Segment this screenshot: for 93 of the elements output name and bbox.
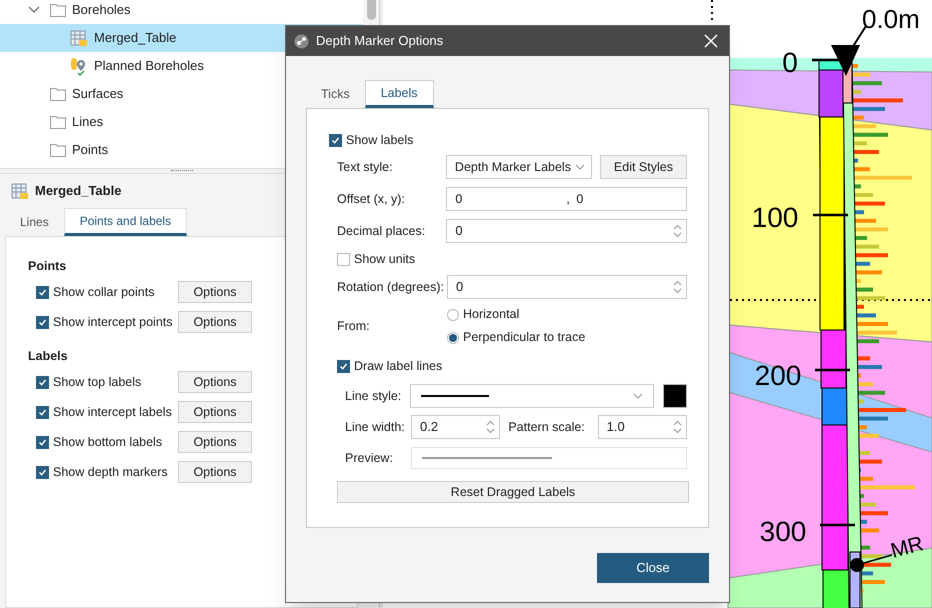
tree-item-label: Merged_Table	[94, 29, 176, 48]
depth-label: 0	[782, 47, 798, 78]
radio-label: Horizontal	[463, 306, 520, 324]
checkbox[interactable]	[36, 376, 49, 388]
checkbox[interactable]	[36, 286, 49, 298]
options-button[interactable]: Options	[178, 371, 252, 393]
checkbox-label: Show units	[354, 250, 416, 268]
options-button[interactable]: Options	[178, 461, 252, 483]
tree-item[interactable]: Planned Boreholes	[0, 52, 363, 80]
rotation-field[interactable]: 0	[447, 275, 687, 299]
checkbox[interactable]	[36, 436, 49, 448]
field-label: Offset (x, y):	[337, 190, 406, 208]
check-icon	[38, 378, 47, 386]
spinner-icon[interactable]	[673, 223, 682, 239]
depth-label: 200	[754, 360, 802, 391]
folder-icon	[50, 87, 66, 101]
options-button[interactable]: Options	[178, 401, 252, 423]
check-icon	[38, 438, 47, 446]
table-icon	[70, 29, 88, 47]
tab[interactable]: Lines	[5, 208, 64, 236]
app-logo-icon	[294, 34, 309, 48]
checkbox[interactable]	[36, 316, 49, 328]
decimal-places-field[interactable]: 0	[446, 219, 687, 243]
pin-icon	[70, 56, 88, 76]
reset-dragged-labels-button[interactable]: Reset Dragged Labels	[337, 481, 689, 503]
field-label: Pattern scale:	[508, 418, 586, 436]
checkbox-label: Show bottom labels	[53, 434, 162, 451]
checkbox-label: Show top labels	[53, 374, 142, 391]
tree-item-label: Points	[72, 141, 108, 160]
check-icon	[38, 468, 47, 476]
section-heading: Points	[28, 258, 66, 275]
spinner-icon[interactable]	[673, 279, 682, 295]
edit-styles-button[interactable]: Edit Styles	[600, 155, 687, 179]
color-swatch[interactable]	[663, 384, 687, 408]
close-icon[interactable]	[704, 34, 718, 48]
options-button[interactable]: Options	[178, 431, 252, 453]
radio-button[interactable]	[447, 308, 459, 320]
chevron-down-icon[interactable]	[28, 6, 40, 14]
check-icon	[38, 288, 47, 296]
checkbox[interactable]	[337, 252, 350, 266]
radio-label: Perpendicular to trace	[463, 329, 586, 346]
tree-item-label: Surfaces	[72, 85, 124, 104]
field-label: Preview:	[345, 450, 394, 467]
checkbox-label: Show collar points	[53, 284, 154, 301]
depth-label: 0.0m	[862, 4, 920, 34]
tab[interactable]: Labels	[364, 80, 434, 108]
caret-icon	[633, 393, 644, 399]
field-label: Line style:	[345, 388, 402, 405]
tree-item-label: Boreholes	[72, 1, 131, 20]
tab[interactable]: Points and labels	[64, 208, 188, 236]
line-width-field[interactable]: 0.2	[411, 415, 500, 439]
checkbox[interactable]	[337, 360, 350, 372]
options-button[interactable]: Options	[178, 281, 252, 303]
section-heading: Labels	[28, 348, 68, 365]
pattern-scale-field[interactable]: 1.0	[598, 415, 687, 439]
tree-item-label: Planned Boreholes	[94, 57, 204, 76]
folder-icon	[50, 3, 66, 17]
checkbox-label: Show intercept labels	[53, 404, 172, 421]
offset-field[interactable]: 0 , 0	[446, 187, 687, 211]
field-label: Text style:	[337, 158, 394, 176]
panel-title: Merged_Table	[35, 182, 122, 200]
radio-button[interactable]	[447, 332, 459, 344]
field-label: Decimal places:	[337, 222, 426, 240]
line-style-dropdown[interactable]	[410, 384, 654, 408]
marker-label: MR	[888, 532, 926, 563]
scrollbar-thumb[interactable]	[366, 0, 376, 20]
text-style-dropdown[interactable]: Depth Marker Labels	[446, 155, 592, 179]
check-icon	[339, 362, 348, 370]
depth-label: 100	[752, 202, 798, 233]
table-icon	[11, 182, 29, 200]
tree-item[interactable]: Boreholes	[0, 0, 363, 24]
checkbox[interactable]	[36, 466, 49, 478]
check-icon	[331, 136, 340, 144]
folder-icon	[50, 115, 66, 129]
caret-icon	[574, 164, 585, 170]
line-sample	[421, 395, 490, 397]
spinner-icon[interactable]	[486, 419, 496, 435]
checkbox-label: Draw label lines	[354, 358, 442, 375]
checkbox[interactable]	[36, 406, 49, 418]
checkbox-label: Show depth markers	[53, 464, 168, 481]
tree-item-label: Lines	[72, 113, 104, 132]
folder-icon	[50, 143, 66, 157]
options-button[interactable]: Options	[178, 311, 252, 333]
checkbox-label: Show intercept points	[53, 314, 173, 331]
close-button[interactable]: Close	[597, 553, 709, 583]
check-icon	[38, 318, 47, 326]
check-icon	[38, 408, 47, 416]
checkbox[interactable]	[329, 134, 342, 146]
field-label: Line width:	[345, 418, 403, 436]
depth-label: 300	[760, 516, 806, 547]
field-label: From:	[337, 318, 371, 335]
tab[interactable]: Ticks	[306, 80, 365, 108]
spinner-icon[interactable]	[672, 419, 682, 435]
